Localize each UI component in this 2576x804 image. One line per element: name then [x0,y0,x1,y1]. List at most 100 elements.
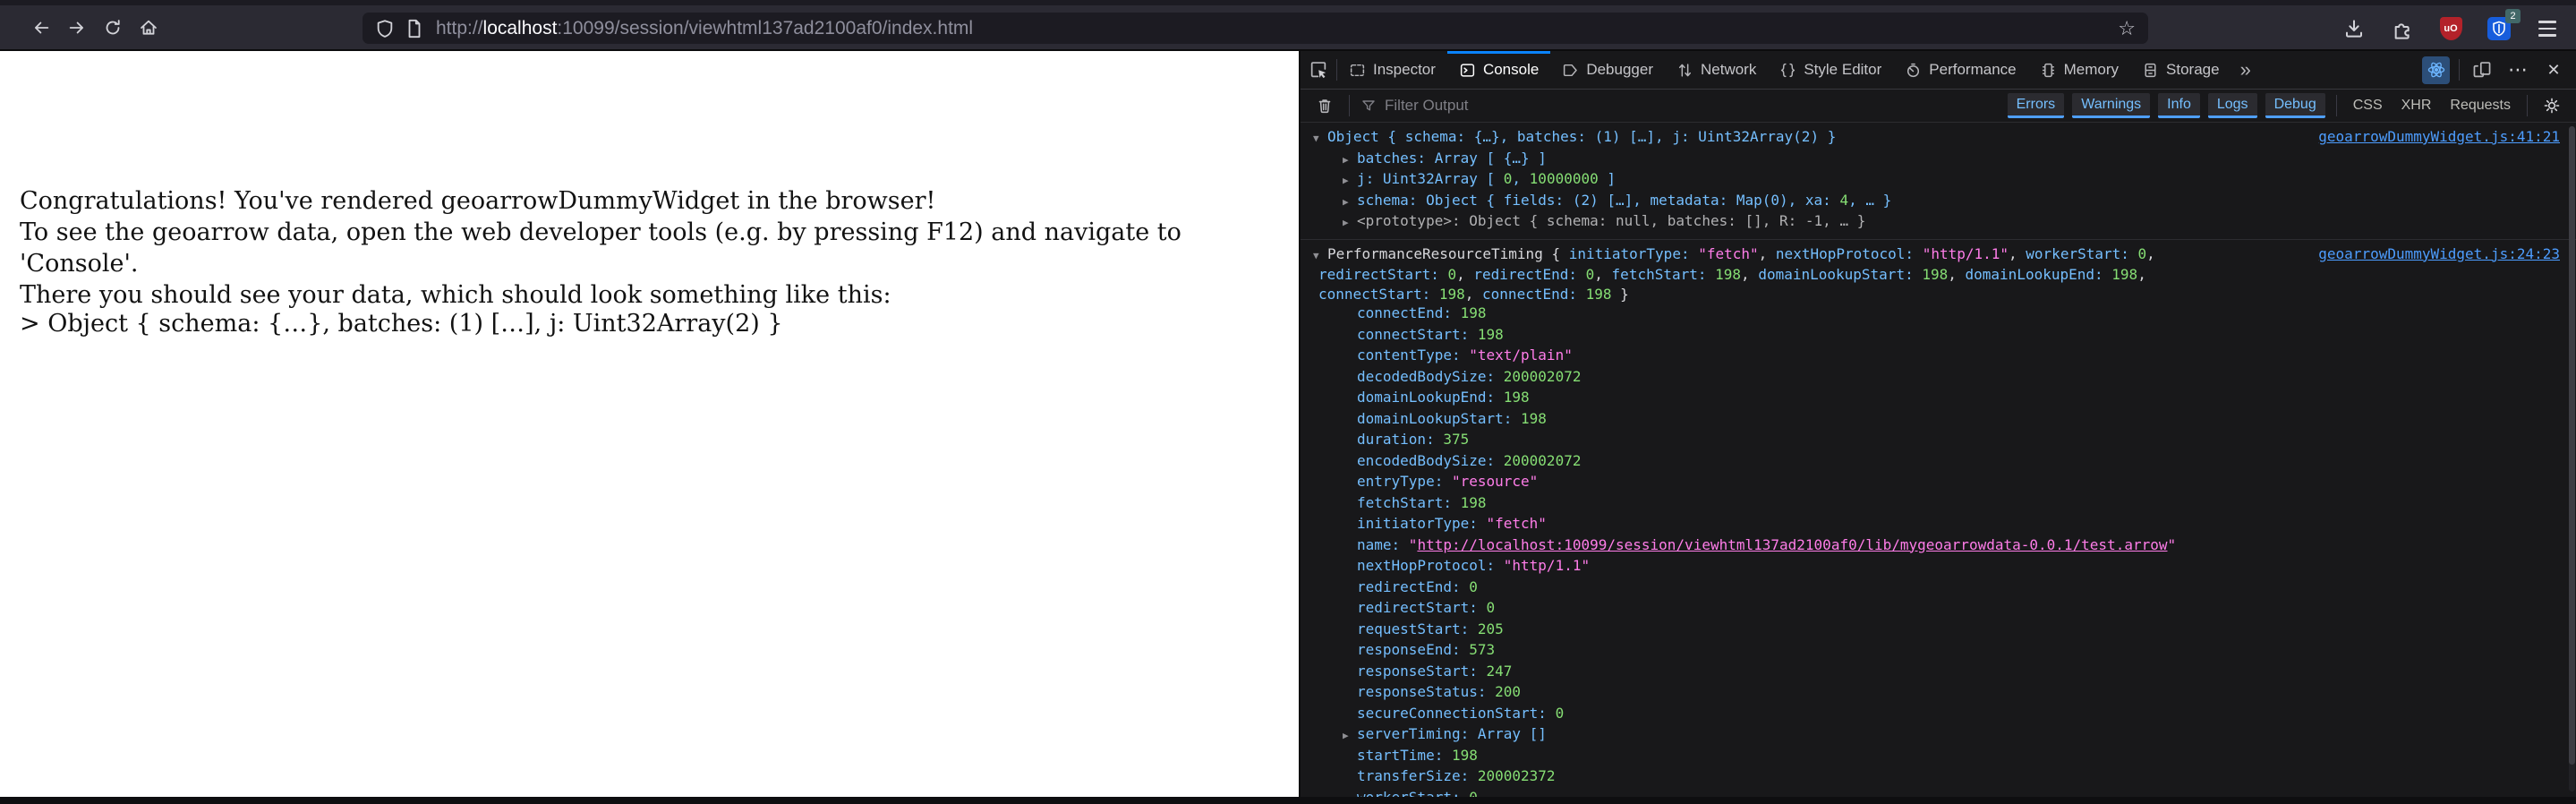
filter-errors-button[interactable]: Errors [2007,93,2065,118]
console-token: responseStart: [1357,662,1487,680]
filter-css-button[interactable]: CSS [2348,95,2388,116]
console-token: 573 [1469,641,1496,658]
back-icon [34,21,49,33]
scrollbar-thumb[interactable] [2569,126,2575,766]
console-token: " [1408,535,1418,553]
console-token: 0 [1585,266,1595,283]
console-token: connectEnd: [1482,285,1586,303]
console-token: ] [1598,170,1616,187]
tab-inspector[interactable]: Inspector [1337,51,1447,89]
trash-icon [1318,99,1331,114]
filter-debug-button[interactable]: Debug [2265,93,2325,118]
reload-button[interactable] [95,12,131,44]
console-token: responseEnd: [1357,641,1470,658]
console-token: redirectEnd: [1357,577,1470,595]
filter-logs-button[interactable]: Logs [2207,93,2257,118]
tab-network[interactable]: Network [1665,51,1768,89]
back-button[interactable] [23,12,59,44]
console-token: "fetch" [1486,515,1547,532]
tab-debugger[interactable]: Debugger [1550,51,1665,89]
console-token: 247 [1486,662,1513,680]
ublock-button[interactable]: uO [2435,13,2467,45]
app-menu-button[interactable] [2531,13,2563,45]
url-text[interactable]: http://localhost:10099/session/viewhtml1… [436,18,2118,39]
tab-memory[interactable]: Memory [2028,51,2130,89]
console-token: "resource" [1451,473,1539,490]
debugger-icon [1564,64,1578,76]
collapse-arrow-icon[interactable]: ▼ [1313,246,1327,266]
shield-permissions-icon[interactable] [375,19,395,38]
forward-button[interactable] [59,12,95,44]
console-row: encodedBodySize: 200002072 [1301,451,2576,473]
filter-funnel-icon [1362,100,1375,111]
source-link[interactable]: geoarrowDummyWidget.js:24:23 [2318,244,2560,264]
tab-console[interactable]: Console [1446,51,1551,89]
console-row: duration: 375 [1301,430,2576,451]
console-token: , [2009,244,2026,262]
console-token: workerStart: [2026,244,2138,262]
console-token: 198 [1585,285,1612,303]
more-tabs-button[interactable] [2231,51,2260,89]
console-row: initiatorType: "fetch" [1301,514,2576,535]
responsive-mode-button[interactable] [2469,56,2495,83]
pick-element-button[interactable] [1301,51,1336,89]
expand-arrow-icon[interactable]: ▶ [1343,213,1357,233]
console-output: ▼ Object { schema: {…}, batches: (1) […],… [1301,123,2576,797]
console-filterbar: Filter Output Errors Warnings Info Logs … [1301,90,2576,123]
filter-xhr-button[interactable]: XHR [2396,95,2437,116]
downloads-button[interactable] [2338,13,2370,45]
more-tabs-icon [2240,58,2251,81]
filter-output-input[interactable]: Filter Output [1361,97,1997,115]
console-scrollbar[interactable] [2569,126,2575,791]
console-token: initiatorType: [1568,244,1699,262]
page-info-icon[interactable] [405,19,423,38]
bookmark-star-icon[interactable]: ☆ [2118,17,2136,40]
source-link[interactable]: geoarrowDummyWidget.js:41:21 [2318,127,2560,147]
expand-arrow-icon[interactable]: ▶ [1343,150,1357,170]
tab-performance[interactable]: Performance [1893,51,2027,89]
expand-arrow-icon[interactable]: ▶ [1343,171,1357,191]
filter-requests-button[interactable]: Requests [2444,95,2516,116]
url-bar[interactable]: http://localhost:10099/session/viewhtml1… [363,13,2148,44]
expand-arrow-icon[interactable]: ▶ [1343,192,1357,212]
browser-toolbar: http://localhost:10099/session/viewhtml1… [0,0,2576,51]
expand-arrow-icon[interactable]: ▶ [1343,726,1357,746]
console-row: name: "http://localhost:10099/session/vi… [1301,535,2576,557]
clear-console-button[interactable] [1311,92,1338,119]
tab-label: Performance [1929,61,2017,78]
console-token: 10000000 [1529,170,1599,187]
filter-info-button[interactable]: Info [2158,93,2200,118]
console-row: responseStatus: 200 [1301,682,2576,704]
extensions-button[interactable] [2386,13,2418,45]
password-manager-button[interactable]: 2 [2483,9,2521,45]
console-row: nextHopProtocol: "http/1.1" [1301,556,2576,577]
filter-warnings-button[interactable]: Warnings [2072,93,2151,118]
devtools-options-button[interactable] [2504,56,2531,83]
page-line: Congratulations! You've rendered geoarro… [20,187,936,215]
console-token: secureConnectionStart: [1357,704,1556,722]
console-row: entryType: "resource" [1301,472,2576,493]
home-button[interactable] [131,12,166,44]
tab-storage[interactable]: Storage [2130,51,2231,89]
devtools-extension-button[interactable] [2422,56,2450,84]
console-token: encodedBodySize: [1357,451,1504,469]
collapse-arrow-icon[interactable]: ▼ [1313,129,1327,149]
console-settings-button[interactable] [2538,92,2565,119]
ublock-label: uO [2444,23,2458,34]
console-url-link[interactable]: http://localhost:10099/session/viewhtml1… [1417,536,2167,553]
console-row: ▶ <prototype>: Object { schema: null, bat… [1301,211,2576,233]
console-row: responseEnd: 573 [1301,640,2576,662]
console-token: domainLookupEnd: [1357,389,1504,406]
devtools-close-button[interactable] [2540,56,2567,83]
tab-style-editor[interactable]: Style Editor [1768,51,1893,89]
console-token: 0 [1503,170,1513,187]
console-row: ▶ j: Uint32Array [ 0, 10000000 ] [1301,169,2576,191]
